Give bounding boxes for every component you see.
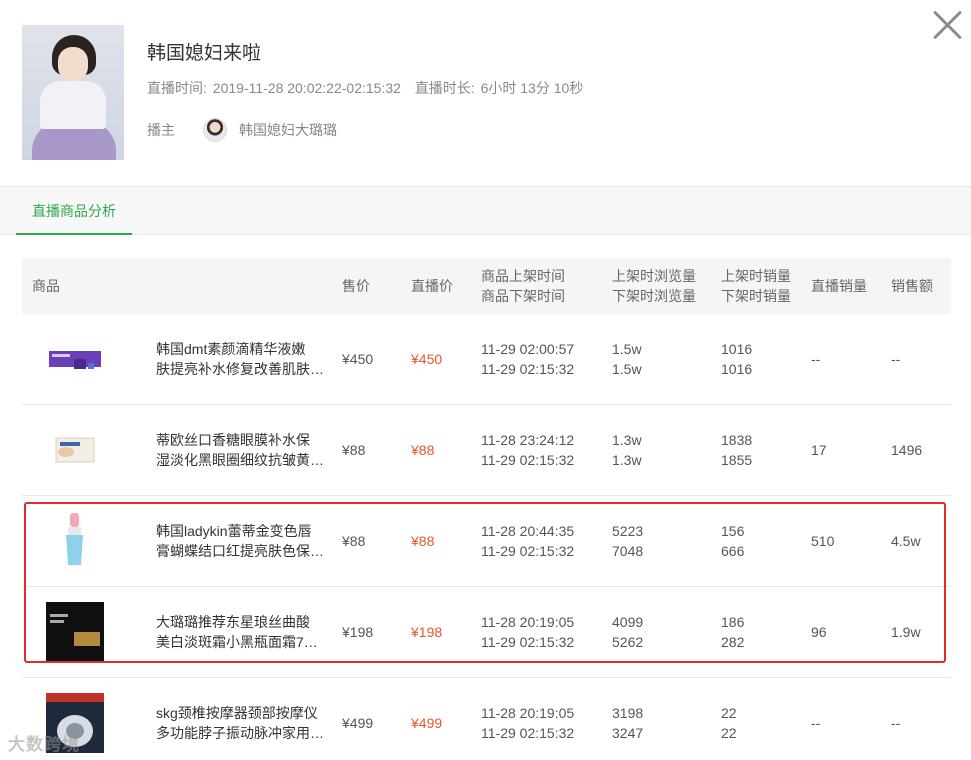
product-revenue: 1496: [891, 442, 923, 458]
table-row[interactable]: 韩国ladykin蕾蒂金变色唇 膏蝴蝶结口红提亮肤色保… ¥88 ¥88 11-2…: [22, 496, 951, 587]
tab-bar: 直播商品分析: [0, 186, 971, 235]
close-icon[interactable]: [930, 8, 964, 42]
product-shelf-time: 11-28 20:19:05 11-29 02:15:32: [481, 614, 575, 650]
product-revenue: 1.9w: [891, 624, 921, 640]
product-shelf-time: 11-28 23:24:12 11-29 02:15:32: [481, 432, 575, 468]
product-revenue: --: [891, 351, 901, 367]
product-live-sales: --: [811, 715, 821, 731]
product-views: 3198 3247: [612, 705, 644, 741]
product-live-sales: 96: [811, 624, 827, 640]
col-revenue: 销售额: [891, 278, 933, 294]
duration-value: 6小时 13分 10秒: [480, 80, 584, 96]
product-thumbnail[interactable]: [44, 602, 106, 662]
tab-live-product-analysis[interactable]: 直播商品分析: [16, 187, 132, 235]
product-live-price: ¥88: [411, 442, 435, 458]
anchor-row: 播主 韩国媳妇大璐璐: [147, 118, 337, 142]
product-table: 商品 售价 直播价 商品上架时间 商品下架时间 上架时浏览量 下架时浏览量 上架时销…: [22, 258, 951, 760]
anchor-label: 播主: [147, 122, 175, 138]
product-price: ¥88: [342, 442, 366, 458]
watermark: 大数跨境: [8, 735, 80, 754]
stream-meta: 直播时间: 2019-11-28 20:02:22-02:15:32 直播时长:…: [147, 78, 585, 98]
product-sales: 1016 1016: [721, 341, 753, 377]
avatar[interactable]: [203, 118, 227, 142]
col-shelf-time: 商品上架时间 商品下架时间: [481, 268, 565, 304]
col-live-sales: 直播销量: [811, 278, 867, 294]
product-price: ¥450: [342, 351, 374, 367]
product-live-price: ¥450: [411, 351, 443, 367]
product-views: 1.3w 1.3w: [612, 432, 642, 468]
product-price: ¥499: [342, 715, 374, 731]
col-sales: 上架时销量 下架时销量: [721, 268, 791, 304]
product-live-sales: 510: [811, 533, 835, 549]
product-price: ¥88: [342, 533, 366, 549]
product-name[interactable]: 韩国dmt素颜滴精华液嫩 肤提亮补水修复改善肌肤…: [156, 314, 328, 404]
product-name[interactable]: skg颈椎按摩器颈部按摩仪 多功能脖子振动脉冲家用…: [156, 678, 328, 760]
product-revenue: 4.5w: [891, 533, 921, 549]
table-row[interactable]: 蒂欧丝口香糖眼膜补水保 湿淡化黑眼圈细纹抗皱黄… ¥88 ¥88 11-28 23…: [22, 405, 951, 496]
product-sales: 22 22: [721, 705, 737, 741]
col-price: 售价: [342, 278, 370, 294]
product-sales: 186 282: [721, 614, 745, 650]
product-live-price: ¥198: [411, 624, 443, 640]
col-live-price: 直播价: [411, 278, 453, 294]
product-shelf-time: 11-28 20:44:35 11-29 02:15:32: [481, 523, 575, 559]
table-row[interactable]: 大璐璐推荐东星琅丝曲酸 美白淡斑霜小黑瓶面霜7… ¥198 ¥198 11-28 …: [22, 587, 951, 678]
product-sales: 156 666: [721, 523, 745, 559]
product-name[interactable]: 韩国ladykin蕾蒂金变色唇 膏蝴蝶结口红提亮肤色保…: [156, 496, 328, 586]
stream-header: 韩国媳妇来啦 直播时间: 2019-11-28 20:02:22-02:15:3…: [0, 0, 971, 186]
product-live-sales: 17: [811, 442, 827, 458]
product-name[interactable]: 大璐璐推荐东星琅丝曲酸 美白淡斑霜小黑瓶面霜7…: [156, 587, 328, 677]
live-time-label: 直播时间:: [147, 80, 207, 96]
table-header: 商品 售价 直播价 商品上架时间 商品下架时间 上架时浏览量 下架时浏览量 上架时销…: [22, 258, 951, 314]
product-thumbnail[interactable]: [44, 329, 106, 389]
stream-cover-image: [22, 25, 124, 160]
table-row[interactable]: 韩国dmt素颜滴精华液嫩 肤提亮补水修复改善肌肤… ¥450 ¥450 11-29…: [22, 314, 951, 405]
product-live-price: ¥88: [411, 533, 435, 549]
product-thumbnail[interactable]: [44, 511, 106, 571]
product-thumbnail[interactable]: [44, 420, 106, 480]
product-shelf-time: 11-28 20:19:05 11-29 02:15:32: [481, 705, 575, 741]
product-price: ¥198: [342, 624, 374, 640]
product-shelf-time: 11-29 02:00:57 11-29 02:15:32: [481, 341, 575, 377]
product-name[interactable]: 蒂欧丝口香糖眼膜补水保 湿淡化黑眼圈细纹抗皱黄…: [156, 405, 328, 495]
product-views: 5223 7048: [612, 523, 644, 559]
duration-label: 直播时长:: [414, 80, 475, 96]
product-views: 1.5w 1.5w: [612, 341, 642, 377]
anchor-name[interactable]: 韩国媳妇大璐璐: [239, 120, 337, 140]
col-product: 商品: [32, 278, 60, 294]
product-live-sales: --: [811, 351, 821, 367]
col-views: 上架时浏览量 下架时浏览量: [612, 268, 696, 304]
product-revenue: --: [891, 715, 901, 731]
live-time-value: 2019-11-28 20:02:22-02:15:32: [212, 80, 401, 96]
product-views: 4099 5262: [612, 614, 644, 650]
product-sales: 1838 1855: [721, 432, 753, 468]
stream-title: 韩国媳妇来啦: [147, 43, 262, 64]
table-row[interactable]: skg颈椎按摩器颈部按摩仪 多功能脖子振动脉冲家用… ¥499 ¥499 11-2…: [22, 678, 951, 760]
product-live-price: ¥499: [411, 715, 443, 731]
